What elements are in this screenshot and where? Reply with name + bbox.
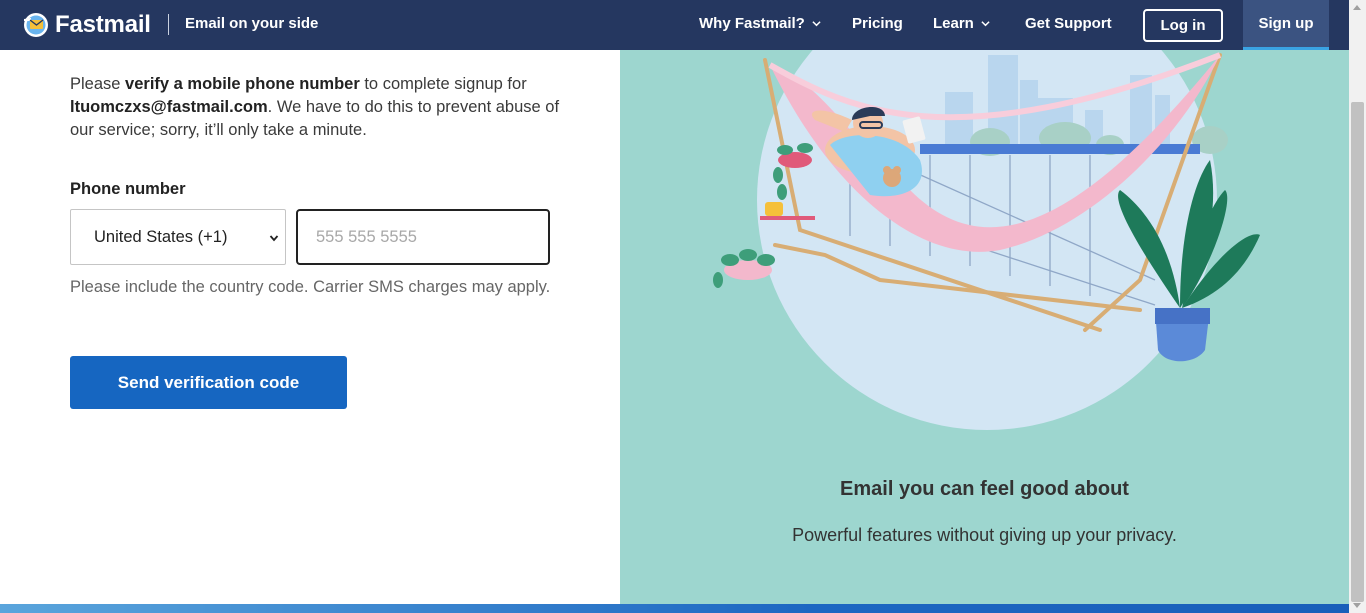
tagline: Email on your side xyxy=(185,15,319,32)
hammock-illustration xyxy=(713,50,1260,430)
intro-text-start: Please xyxy=(70,75,126,93)
intro-emphasis: verify a mobile phone number xyxy=(125,75,360,93)
phone-hint-text: Please include the country code. Carrier… xyxy=(70,278,551,296)
login-button[interactable]: Log in xyxy=(1143,9,1223,42)
send-verification-code-button[interactable]: Send verification code xyxy=(70,356,347,409)
promo-title: Email you can feel good about xyxy=(840,478,1129,500)
nav-why-fastmail-label: Why Fastmail? xyxy=(699,15,805,32)
promo-panel: Email you can feel good about Powerful f… xyxy=(620,50,1349,605)
verify-intro-text: Please verify a mobile phone number to c… xyxy=(70,73,560,142)
chevron-down-icon xyxy=(269,235,279,242)
scroll-down-arrow-icon[interactable] xyxy=(1353,603,1361,608)
scroll-up-arrow-icon[interactable] xyxy=(1353,5,1361,10)
brand-name: Fastmail xyxy=(55,11,151,38)
chevron-down-icon xyxy=(981,21,990,27)
country-code-select[interactable]: United States (+1) xyxy=(70,209,286,265)
signup-button[interactable]: Sign up xyxy=(1243,0,1329,50)
promo-subtitle: Powerful features without giving up your… xyxy=(792,525,1177,545)
nav-pricing-label: Pricing xyxy=(852,15,903,32)
intro-text-middle: to complete signup for xyxy=(359,75,527,93)
country-selected-value: United States (+1) xyxy=(94,227,228,246)
nav-get-support[interactable]: Get Support xyxy=(1025,15,1112,32)
intro-email: ltuomczxs@fastmail.com xyxy=(70,98,268,116)
nav-get-support-label: Get Support xyxy=(1025,15,1112,32)
nav-pricing[interactable]: Pricing xyxy=(852,15,903,32)
footer-gradient-band xyxy=(0,604,1349,613)
header-divider xyxy=(168,14,169,35)
nav-why-fastmail[interactable]: Why Fastmail? xyxy=(699,15,821,32)
fastmail-logo[interactable]: Fastmail xyxy=(22,10,151,40)
phone-number-input[interactable] xyxy=(296,209,550,265)
nav-learn-label: Learn xyxy=(933,15,974,32)
scrollbar-thumb[interactable] xyxy=(1351,102,1364,602)
fastmail-logo-icon xyxy=(24,13,48,37)
nav-learn[interactable]: Learn xyxy=(933,15,990,32)
chevron-down-icon xyxy=(812,21,821,27)
phone-number-label: Phone number xyxy=(70,180,186,198)
top-nav-bar: Fastmail Email on your side Why Fastmail… xyxy=(0,0,1349,50)
